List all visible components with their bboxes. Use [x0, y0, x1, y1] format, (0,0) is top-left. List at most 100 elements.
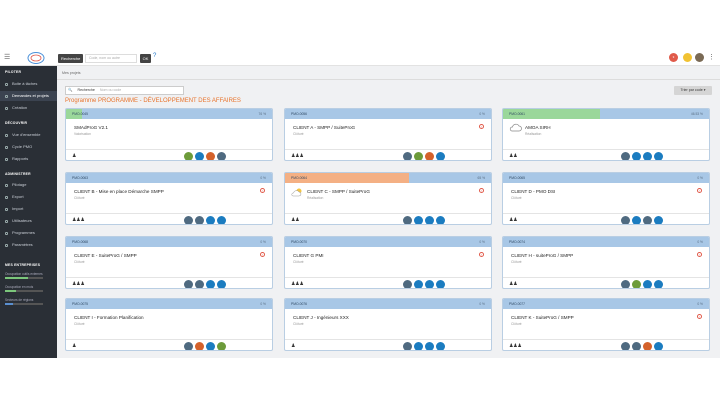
- project-name[interactable]: CLIENT B - Mise en place Démarche SMPP: [74, 189, 164, 194]
- sort-dropdown[interactable]: Trier par code ▾: [674, 86, 712, 95]
- member-avatar[interactable]: [403, 152, 412, 160]
- alert-icon[interactable]: !: [697, 188, 702, 193]
- member-avatar[interactable]: [184, 216, 193, 224]
- hamburger-icon[interactable]: ☰: [4, 54, 11, 61]
- member-avatar[interactable]: [436, 342, 445, 350]
- member-avatar[interactable]: [217, 280, 226, 288]
- project-name[interactable]: CLIENT I - Formation Planification: [74, 315, 144, 320]
- member-avatar[interactable]: [621, 280, 630, 288]
- member-avatar[interactable]: [436, 152, 445, 160]
- sidebar-item-programmes[interactable]: Programmes: [0, 228, 57, 238]
- sidebar-item-creation[interactable]: Création: [0, 103, 57, 113]
- member-avatar[interactable]: [643, 342, 652, 350]
- member-avatar[interactable]: [206, 152, 215, 160]
- project-card[interactable]: PMO-0068 0 % CLIENT E - SuiteProG / SMPP Cl…: [65, 236, 273, 289]
- member-avatar[interactable]: [217, 342, 226, 350]
- search-button[interactable]: Recherche: [58, 54, 84, 63]
- member-avatar[interactable]: [206, 280, 215, 288]
- member-avatar[interactable]: [621, 342, 630, 350]
- project-search-input[interactable]: 🔍 Recherche Nom ou code: [65, 86, 184, 95]
- project-card[interactable]: PMO-0070 0 % CLIENT G PMI Clôturé! ♟♟♟: [284, 236, 492, 289]
- project-card[interactable]: PMO-0045 76 % SMAdProG V2.1 Valorisation ♟: [65, 108, 273, 161]
- favorites-icon[interactable]: [683, 53, 692, 62]
- project-name[interactable]: CLIENT G PMI: [293, 253, 324, 258]
- member-avatar[interactable]: [414, 216, 423, 224]
- member-avatar[interactable]: [184, 152, 193, 160]
- member-avatar[interactable]: [206, 216, 215, 224]
- sidebar-item-boite[interactable]: Boite à tâches: [0, 79, 57, 89]
- project-card[interactable]: PMO-0061 46.53 % AMOA SIRH Réalisation ♟♟: [502, 108, 710, 161]
- breadcrumb[interactable]: Mes projets: [62, 71, 81, 75]
- project-card[interactable]: PMO-0075 0 % CLIENT I - Formation Planific…: [65, 298, 273, 351]
- member-avatar[interactable]: [403, 216, 412, 224]
- member-avatar[interactable]: [414, 342, 423, 350]
- project-name[interactable]: AMOA SIRH: [525, 125, 551, 130]
- project-name[interactable]: CLIENT C - SMPP / SuiteProG: [307, 189, 370, 194]
- project-card[interactable]: PMO-0074 0 % CLIENT H - suiteProG / SMPP Cl…: [502, 236, 710, 289]
- apps-grid-icon[interactable]: ⋮: [708, 53, 717, 62]
- project-card[interactable]: PMO-0076 0 % CLIENT J - Ingénieurs XXX Clôt…: [284, 298, 492, 351]
- member-avatar[interactable]: [195, 280, 204, 288]
- ok-button[interactable]: OK: [140, 54, 151, 63]
- project-name[interactable]: CLIENT D - PMO DSI: [511, 189, 555, 194]
- logo[interactable]: [27, 51, 45, 65]
- member-avatar[interactable]: [195, 152, 204, 160]
- alert-icon[interactable]: !: [697, 252, 702, 257]
- member-avatar[interactable]: [632, 216, 641, 224]
- member-avatar[interactable]: [425, 152, 434, 160]
- member-avatar[interactable]: [632, 342, 641, 350]
- member-avatar[interactable]: [621, 152, 630, 160]
- member-avatar[interactable]: [654, 152, 663, 160]
- alert-icon[interactable]: !: [479, 188, 484, 193]
- project-card[interactable]: PMO-0064 65 % CLIENT C - SMPP / SuiteProG R…: [284, 172, 492, 225]
- sidebar-item-parametres[interactable]: Paramètres: [0, 240, 57, 250]
- member-avatar[interactable]: [414, 152, 423, 160]
- member-avatar[interactable]: [621, 216, 630, 224]
- member-avatar[interactable]: [632, 280, 641, 288]
- member-avatar[interactable]: [195, 342, 204, 350]
- member-avatar[interactable]: [414, 280, 423, 288]
- member-avatar[interactable]: [403, 280, 412, 288]
- member-avatar[interactable]: [184, 280, 193, 288]
- member-avatar[interactable]: [643, 280, 652, 288]
- sidebar-item-pilotage[interactable]: Pilotage: [0, 180, 57, 190]
- sidebar-item-export[interactable]: Export: [0, 192, 57, 202]
- project-card[interactable]: PMO-0065 0 % CLIENT D - PMO DSI Clôturé! ♟♟: [502, 172, 710, 225]
- member-avatar[interactable]: [654, 342, 663, 350]
- alert-icon[interactable]: !: [479, 252, 484, 257]
- sidebar-item-cycle[interactable]: Cycle PMO: [0, 142, 57, 152]
- sidebar-item-utilisateurs[interactable]: Utilisateurs: [0, 216, 57, 226]
- sidebar-item-import[interactable]: Import: [0, 204, 57, 214]
- member-avatar[interactable]: [217, 152, 226, 160]
- member-avatar[interactable]: [425, 216, 434, 224]
- member-avatar[interactable]: [425, 280, 434, 288]
- member-avatar[interactable]: [643, 216, 652, 224]
- search-input[interactable]: Code, nom ou autre: [85, 54, 137, 63]
- member-avatar[interactable]: [632, 152, 641, 160]
- project-card[interactable]: PMO-0063 0 % CLIENT B - Mise en place Déma…: [65, 172, 273, 225]
- member-avatar[interactable]: [217, 216, 226, 224]
- alert-icon[interactable]: !: [260, 188, 265, 193]
- member-avatar[interactable]: [425, 342, 434, 350]
- project-name[interactable]: SMAdProG V2.1: [74, 125, 108, 130]
- member-avatar[interactable]: [403, 342, 412, 350]
- member-avatar[interactable]: [184, 342, 193, 350]
- member-avatar[interactable]: [643, 152, 652, 160]
- user-avatar[interactable]: [695, 53, 704, 62]
- sidebar-item-rapports[interactable]: Rapports: [0, 154, 57, 164]
- alert-icon[interactable]: !: [260, 252, 265, 257]
- sidebar-item-demandes[interactable]: Demandes et projets: [0, 91, 57, 101]
- notification-badge[interactable]: 3: [669, 53, 678, 62]
- help-icon[interactable]: ?: [153, 53, 156, 59]
- member-avatar[interactable]: [195, 216, 204, 224]
- project-card[interactable]: PMO-0056 0 % CLIENT A - SMPP / SuiteProG Cl…: [284, 108, 492, 161]
- member-avatar[interactable]: [436, 216, 445, 224]
- project-name[interactable]: CLIENT K - SuiteProG / SMPP: [511, 315, 574, 320]
- member-avatar[interactable]: [436, 280, 445, 288]
- alert-icon[interactable]: !: [479, 124, 484, 129]
- sidebar-item-vue[interactable]: Vue d'ensemble: [0, 130, 57, 140]
- member-avatar[interactable]: [654, 280, 663, 288]
- project-name[interactable]: CLIENT A - SMPP / SuiteProG: [293, 125, 355, 130]
- member-avatar[interactable]: [206, 342, 215, 350]
- alert-icon[interactable]: !: [697, 314, 702, 319]
